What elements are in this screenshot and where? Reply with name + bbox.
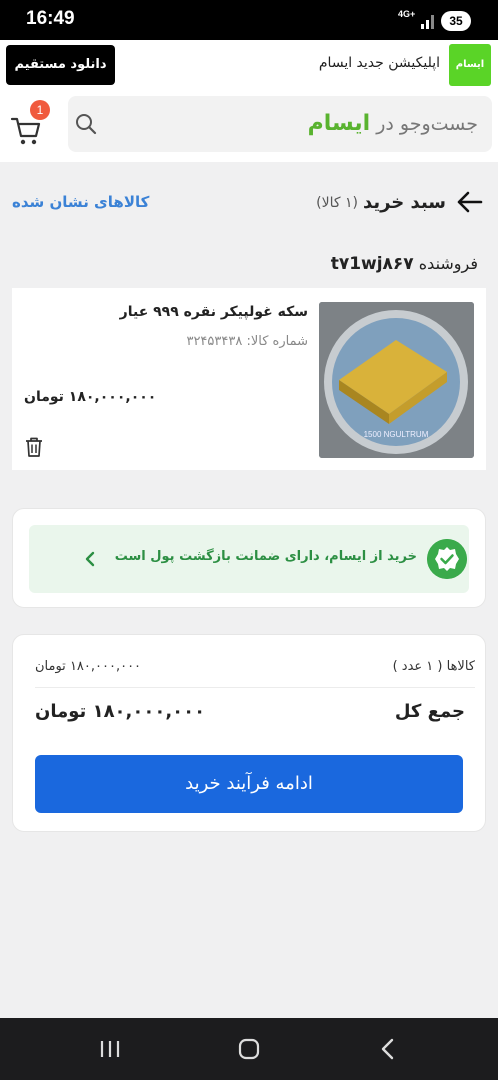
continue-checkout-button[interactable]: ادامه فرآیند خرید: [35, 755, 463, 813]
network-indicator: 4G+: [398, 9, 416, 19]
banner-text: اپلیکیشن جدید ایسام: [318, 55, 440, 71]
app-logo: ایسام: [449, 44, 491, 86]
back-arrow-icon[interactable]: [456, 190, 484, 214]
cart-item-count: (۱ کالا): [316, 195, 358, 211]
status-bar: 16:49 4G+ 35: [0, 0, 498, 40]
items-value: ۱۸۰,۰۰۰,۰۰۰ تومان: [35, 659, 142, 674]
product-code: شماره کالا: ۳۲۴۵۳۴۳۸: [186, 334, 308, 349]
trash-icon[interactable]: [24, 436, 44, 458]
order-summary: کالاها ( ۱ عدد ) ۱۸۰,۰۰۰,۰۰۰ تومان جمع ک…: [12, 634, 486, 832]
clock: 16:49: [26, 8, 75, 29]
guarantee-card: خرید از ایسام، دارای ضمانت بازگشت پول اس…: [12, 508, 486, 608]
coin-caption: 1500 NGULTRUM: [364, 430, 429, 439]
nav-home-icon[interactable]: [236, 1036, 262, 1062]
cart-badge: 1: [30, 100, 50, 120]
cart-button[interactable]: 1: [10, 100, 50, 145]
cart-heading: سبد خرید (۱ کالا) کالاهای نشان شده: [0, 162, 498, 242]
seller-id[interactable]: t۷1wj۸۶۷: [331, 254, 414, 274]
download-button[interactable]: دانلود مستقیم: [6, 45, 115, 85]
product-price: ۱۸۰,۰۰۰,۰۰۰ تومان: [24, 389, 157, 405]
total-label: جمع کل: [394, 701, 465, 722]
search-brand-logo: ایسام: [307, 111, 371, 136]
search-placeholder-prefix: جست‌وجو در: [376, 113, 478, 135]
divider: [35, 687, 475, 688]
system-nav-bar: [0, 1018, 498, 1080]
search-icon: [76, 114, 97, 135]
bookmarked-items-link[interactable]: کالاهای نشان شده: [12, 193, 149, 211]
nav-back-icon[interactable]: [376, 1036, 402, 1062]
signal-icon: [421, 15, 434, 29]
cart-item: 1500 NGULTRUM سکه غولپیکر نقره ۹۹۹ عیار …: [12, 288, 486, 470]
header: 1 جست‌وجو در ایسام: [0, 90, 498, 162]
coin-graphic: 1500 NGULTRUM: [319, 302, 474, 458]
guarantee-text: خرید از ایسام، دارای ضمانت بازگشت پول اس…: [114, 549, 417, 564]
nav-recents-icon[interactable]: [97, 1036, 123, 1062]
search-placeholder: جست‌وجو در ایسام: [308, 111, 478, 136]
product-image[interactable]: 1500 NGULTRUM: [319, 302, 474, 458]
app-download-banner: دانلود مستقیم اپلیکیشن جدید ایسام ایسام: [0, 40, 498, 90]
search-input[interactable]: جست‌وجو در ایسام: [68, 96, 492, 152]
seller-label-text: فروشنده: [418, 254, 478, 273]
chevron-left-icon: [85, 551, 95, 567]
total-value: ۱۸۰,۰۰۰,۰۰۰ تومان: [35, 701, 206, 722]
items-label: کالاها ( ۱ عدد ): [392, 659, 475, 674]
guarantee-banner[interactable]: خرید از ایسام، دارای ضمانت بازگشت پول اس…: [29, 525, 469, 593]
shield-check-icon: [427, 539, 467, 579]
battery-indicator: 35: [441, 11, 471, 31]
product-name[interactable]: سکه غولپیکر نقره ۹۹۹ عیار: [120, 304, 308, 320]
page-title: سبد خرید: [362, 192, 446, 213]
seller-label: فروشنده t۷1wj۸۶۷: [331, 254, 478, 274]
